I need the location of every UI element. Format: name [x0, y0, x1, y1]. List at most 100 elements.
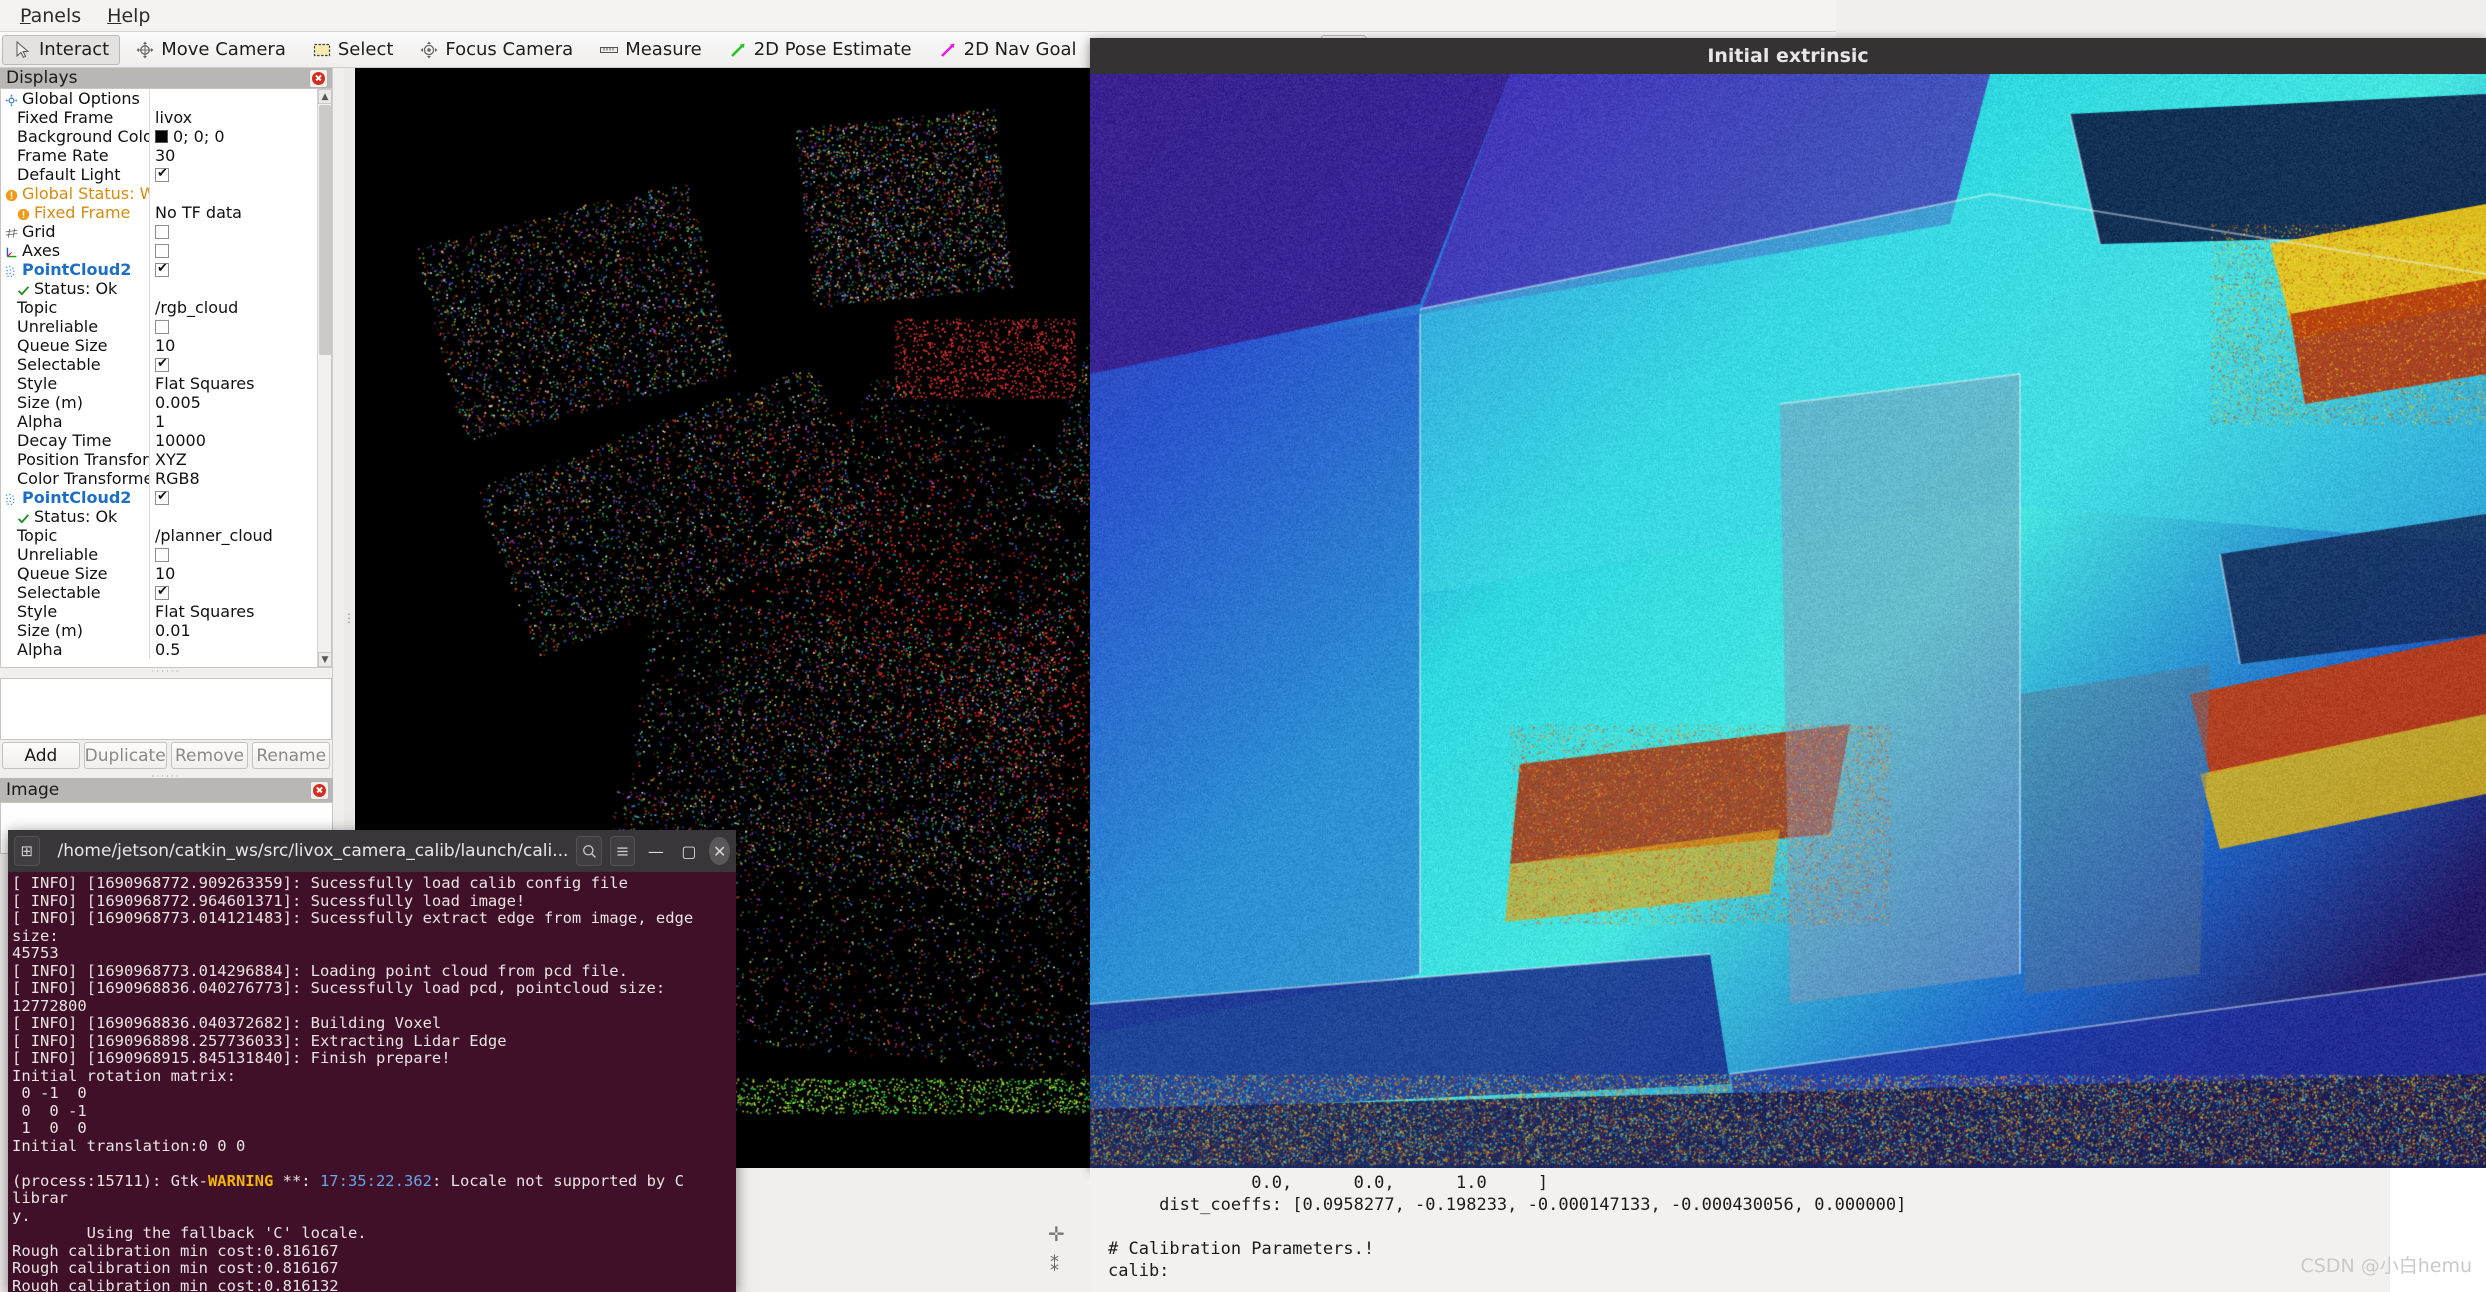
menu-panels[interactable]: Panels	[8, 1, 93, 31]
property-checkbox[interactable]	[155, 358, 169, 372]
property-row[interactable]: Background Color 0; 0; 0	[1, 127, 317, 146]
maximize-icon[interactable]: ▢	[676, 836, 701, 866]
property-row[interactable]: Color Transformer RGB8	[1, 469, 317, 488]
property-checkbox[interactable]	[155, 263, 169, 277]
property-row[interactable]: Topic/rgb_cloud	[1, 298, 317, 317]
property-row[interactable]: Grid	[1, 222, 317, 241]
displays-property-tree[interactable]: Global Options Fixed Frame livox Background…	[0, 88, 332, 668]
property-value[interactable]: 10	[149, 336, 317, 355]
property-row[interactable]: Style Flat Squares	[1, 374, 317, 393]
splitter-handle-1[interactable]: ······	[0, 668, 332, 676]
property-row[interactable]: Topic/planner_cloud	[1, 526, 317, 545]
new-tab-icon[interactable]: ⊞	[14, 836, 40, 866]
zoom-tool-icon[interactable]: ⁑	[1050, 1255, 1059, 1276]
image-close-icon[interactable]	[310, 781, 329, 800]
property-value[interactable]	[149, 89, 317, 108]
tool-2d-nav-goal[interactable]: 2D Nav Goal	[927, 35, 1088, 65]
tool-select[interactable]: Select	[301, 35, 405, 65]
terminal-output[interactable]: [ INFO] [1690968772.909263359]: Sucessfu…	[8, 872, 736, 1292]
property-row[interactable]: Unreliable	[1, 317, 317, 336]
property-row[interactable]: Queue Size 10	[1, 564, 317, 583]
displays-close-icon[interactable]	[309, 69, 328, 88]
property-value[interactable]	[149, 184, 317, 203]
tool-measure[interactable]: Measure	[588, 35, 713, 65]
pan-tool-icon[interactable]: ✛	[1048, 1222, 1065, 1246]
property-checkbox[interactable]	[155, 586, 169, 600]
property-row[interactable]: Style Flat Squares	[1, 602, 317, 621]
property-row[interactable]: Frame Rate 30	[1, 146, 317, 165]
property-value[interactable]: Flat Squares	[149, 374, 317, 393]
property-row[interactable]: Default Light	[1, 165, 317, 184]
property-value[interactable]	[149, 545, 317, 564]
property-value[interactable]: 30	[149, 146, 317, 165]
property-row[interactable]: Fixed Frame livox	[1, 108, 317, 127]
property-value[interactable]: 1	[149, 412, 317, 431]
displays-scrollbar[interactable]: ▲ ▼	[317, 89, 331, 667]
property-value[interactable]: Flat Squares	[149, 602, 317, 621]
property-value[interactable]	[149, 222, 317, 241]
property-row[interactable]: Size (m) 0.01	[1, 621, 317, 640]
property-row[interactable]: Selectable	[1, 583, 317, 602]
property-value[interactable]: RGB8	[149, 469, 317, 488]
property-row[interactable]: PointCloud2	[1, 260, 317, 279]
projected-pointcloud-image[interactable]	[1090, 74, 2486, 1168]
scroll-down-icon[interactable]: ▼	[318, 652, 332, 667]
initial-extrinsic-body[interactable]	[1090, 74, 2486, 1168]
property-row[interactable]: Axes	[1, 241, 317, 260]
property-value[interactable]: 0.5	[149, 640, 317, 659]
property-value[interactable]	[149, 241, 317, 260]
minimize-icon[interactable]: —	[643, 836, 668, 866]
close-icon[interactable]: ✕	[709, 837, 730, 865]
property-value[interactable]	[149, 488, 317, 507]
property-value[interactable]: /rgb_cloud	[149, 298, 317, 317]
property-value[interactable]	[149, 279, 317, 298]
tool-focus-camera[interactable]: Focus Camera	[408, 35, 584, 65]
initial-extrinsic-titlebar[interactable]: Initial extrinsic	[1090, 38, 2486, 74]
tool-move-camera[interactable]: Move Camera	[124, 35, 297, 65]
property-value[interactable]	[149, 260, 317, 279]
property-checkbox[interactable]	[155, 168, 169, 182]
property-row[interactable]: Size (m) 0.005	[1, 393, 317, 412]
property-value[interactable]: XYZ	[149, 450, 317, 469]
property-value[interactable]	[149, 317, 317, 336]
property-row[interactable]: Position Transfor... XYZ	[1, 450, 317, 469]
property-value[interactable]	[149, 583, 317, 602]
property-checkbox[interactable]	[155, 225, 169, 239]
property-value[interactable]: 10	[149, 564, 317, 583]
property-value[interactable]: 0; 0; 0	[149, 127, 317, 146]
property-value[interactable]: 0.01	[149, 621, 317, 640]
property-checkbox[interactable]	[155, 491, 169, 505]
property-row[interactable]: Alpha 1	[1, 412, 317, 431]
property-checkbox[interactable]	[155, 244, 169, 258]
search-icon[interactable]	[576, 836, 602, 866]
property-row[interactable]: Selectable	[1, 355, 317, 374]
property-row[interactable]: Status: Ok	[1, 507, 317, 526]
property-checkbox[interactable]	[155, 548, 169, 562]
property-value[interactable]: 0.005	[149, 393, 317, 412]
property-row[interactable]: Decay Time 10000	[1, 431, 317, 450]
add-button[interactable]: Add	[2, 742, 80, 769]
hamburger-icon[interactable]	[610, 836, 636, 866]
terminal-titlebar[interactable]: ⊞ /home/jetson/catkin_ws/src/livox_camer…	[8, 830, 736, 872]
property-value[interactable]: 10000	[149, 431, 317, 450]
scrollbar-thumb[interactable]	[319, 105, 331, 355]
property-row[interactable]: Alpha 0.5	[1, 640, 317, 659]
tool-interact[interactable]: Interact	[2, 35, 120, 65]
property-row[interactable]: Queue Size 10	[1, 336, 317, 355]
menu-help[interactable]: Help	[95, 1, 162, 31]
tool-2d-pose-estimate[interactable]: 2D Pose Estimate	[717, 35, 923, 65]
property-row[interactable]: PointCloud2	[1, 488, 317, 507]
property-row[interactable]: Global Status: W...	[1, 184, 317, 203]
property-value[interactable]	[149, 355, 317, 374]
scroll-up-icon[interactable]: ▲	[318, 89, 332, 104]
property-value[interactable]: No TF data	[149, 203, 317, 222]
property-value[interactable]: /planner_cloud	[149, 526, 317, 545]
property-row[interactable]: Status: Ok	[1, 279, 317, 298]
property-value[interactable]: livox	[149, 108, 317, 127]
property-row[interactable]: Unreliable	[1, 545, 317, 564]
property-value[interactable]	[149, 165, 317, 184]
property-row[interactable]: Global Options	[1, 89, 317, 108]
property-checkbox[interactable]	[155, 320, 169, 334]
property-row[interactable]: Fixed Frame No TF data	[1, 203, 317, 222]
property-value[interactable]	[149, 507, 317, 526]
